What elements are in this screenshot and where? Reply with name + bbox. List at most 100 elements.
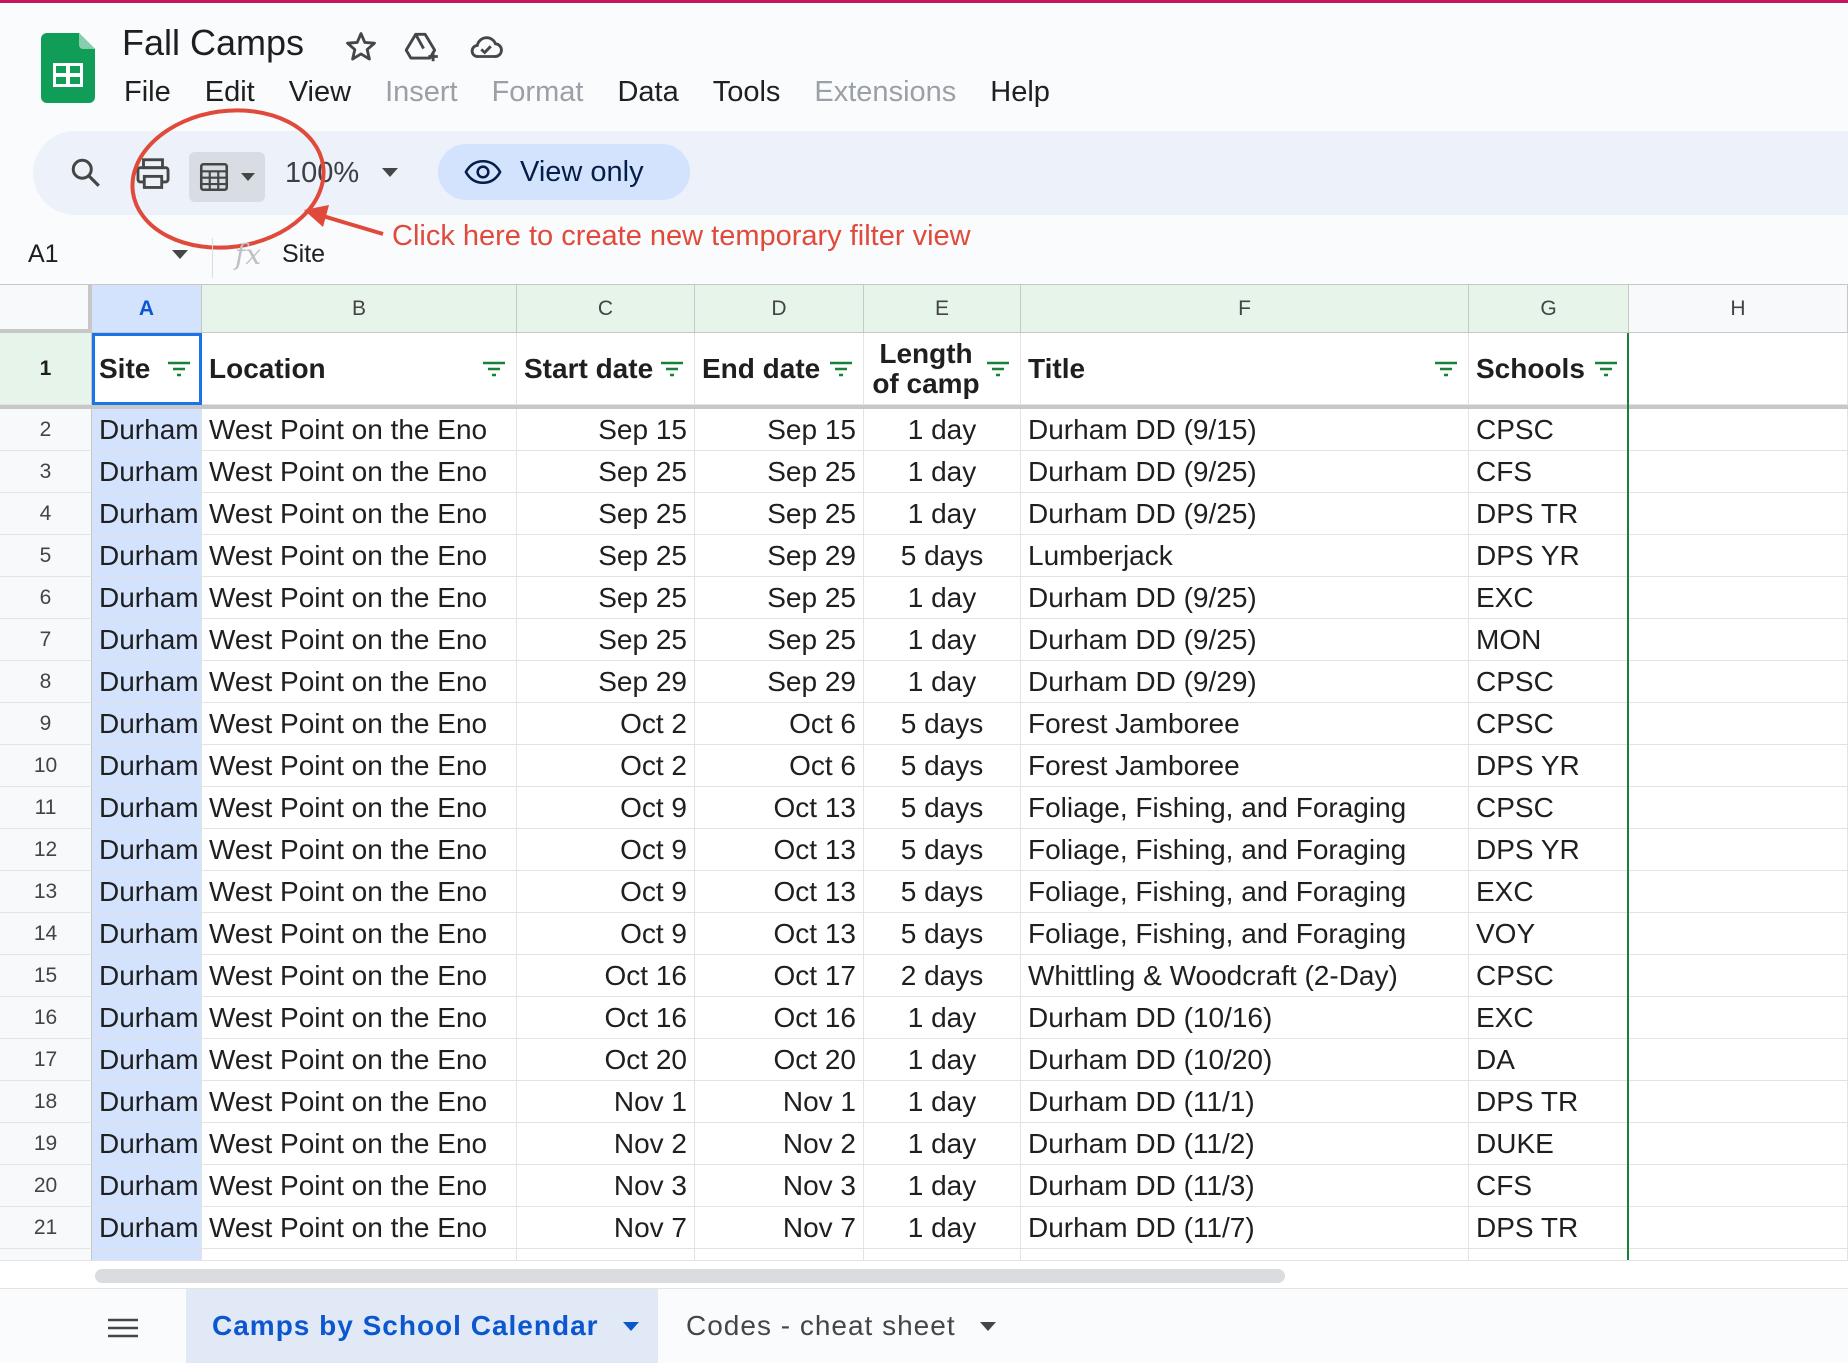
menu-tools[interactable]: Tools (713, 76, 781, 109)
table-cell[interactable]: MON (1469, 619, 1629, 661)
table-cell[interactable]: West Point on the Eno (202, 871, 517, 913)
table-cell[interactable]: Forest Jamboree (1021, 745, 1469, 787)
table-cell[interactable]: Oct 9 (517, 787, 695, 829)
row-header[interactable]: 21 (0, 1207, 92, 1249)
table-cell[interactable]: Nov 3 (517, 1165, 695, 1207)
table-cell[interactable]: Oct 16 (695, 997, 864, 1039)
column-header-a[interactable]: A (92, 285, 202, 333)
table-cell[interactable]: Durham DD (11/7) (1021, 1207, 1469, 1249)
filter-view-dropdown-icon[interactable] (241, 173, 255, 182)
table-cell[interactable]: VOY (1469, 913, 1629, 955)
table-cell[interactable]: Oct 13 (695, 871, 864, 913)
column-filter-icon[interactable] (660, 361, 684, 377)
empty-cell[interactable] (1629, 1207, 1848, 1249)
table-cell[interactable]: Nov 1 (695, 1081, 864, 1123)
table-cell[interactable]: DPS TR (1469, 493, 1629, 535)
row-header[interactable]: 17 (0, 1039, 92, 1081)
table-cell[interactable]: 1 day (864, 577, 1021, 619)
table-cell[interactable]: Durham DD (10/20) (1021, 1039, 1469, 1081)
table-cell[interactable]: Oct 13 (695, 787, 864, 829)
table-cell[interactable]: Durham DD (9/15) (1021, 409, 1469, 451)
column-header-g[interactable]: G (1469, 285, 1629, 333)
table-cell[interactable]: Foliage, Fishing, and Foraging (1021, 829, 1469, 871)
table-cell[interactable]: Sep 29 (695, 661, 864, 703)
table-cell[interactable]: West Point on the Eno (202, 577, 517, 619)
view-only-button[interactable]: View only (438, 144, 690, 200)
header-cell[interactable]: Start date (517, 333, 695, 405)
scrollbar-thumb[interactable] (95, 1269, 1285, 1283)
table-cell[interactable]: West Point on the Eno (202, 1039, 517, 1081)
table-cell[interactable]: Durham DD (9/25) (1021, 451, 1469, 493)
star-icon[interactable] (342, 28, 380, 66)
table-cell[interactable]: Durham (92, 451, 202, 493)
sheets-logo-icon[interactable] (41, 33, 95, 103)
column-header-b[interactable]: B (202, 285, 517, 333)
table-cell[interactable]: Durham (92, 619, 202, 661)
table-cell[interactable]: Durham (92, 1165, 202, 1207)
table-cell[interactable]: Oct 9 (517, 871, 695, 913)
table-cell[interactable]: West Point on the Eno (202, 787, 517, 829)
table-cell[interactable]: CPSC (1469, 955, 1629, 997)
name-box[interactable]: A1 (28, 240, 59, 269)
table-cell[interactable]: Durham DD (11/3) (1021, 1165, 1469, 1207)
table-cell[interactable]: DPS YR (1469, 745, 1629, 787)
table-cell[interactable]: CFS (1469, 1165, 1629, 1207)
table-cell[interactable]: Durham DD (9/29) (1021, 661, 1469, 703)
filter-view-button[interactable] (189, 152, 265, 202)
table-cell[interactable]: 5 days (864, 871, 1021, 913)
empty-cell[interactable] (1629, 535, 1848, 577)
table-cell[interactable]: Oct 17 (695, 955, 864, 997)
table-cell[interactable]: Sep 25 (695, 451, 864, 493)
table-cell[interactable]: EXC (1469, 577, 1629, 619)
chevron-down-icon[interactable] (979, 1321, 996, 1331)
table-cell[interactable]: West Point on the Eno (202, 409, 517, 451)
row-header[interactable]: 16 (0, 997, 92, 1039)
header-cell[interactable]: End date (695, 333, 864, 405)
table-cell[interactable]: Sep 25 (517, 619, 695, 661)
table-cell[interactable]: DPS YR (1469, 829, 1629, 871)
column-header-e[interactable]: E (864, 285, 1021, 333)
table-cell[interactable]: Whittling & Woodcraft (2-Day) (1021, 955, 1469, 997)
table-cell[interactable]: Durham (92, 1039, 202, 1081)
table-cell[interactable]: EXC (1469, 997, 1629, 1039)
empty-cell[interactable] (1629, 619, 1848, 661)
table-cell[interactable]: DPS TR (1469, 1207, 1629, 1249)
row-header[interactable]: 13 (0, 871, 92, 913)
table-cell[interactable]: 1 day (864, 1081, 1021, 1123)
table-cell[interactable]: 1 day (864, 409, 1021, 451)
table-cell[interactable]: Nov 7 (695, 1207, 864, 1249)
table-cell[interactable]: West Point on the Eno (202, 661, 517, 703)
move-to-drive-icon[interactable] (403, 28, 441, 66)
table-cell[interactable]: 5 days (864, 703, 1021, 745)
empty-cell[interactable] (1629, 1123, 1848, 1165)
table-cell[interactable]: Sep 15 (695, 409, 864, 451)
column-filter-icon[interactable] (1434, 361, 1458, 377)
table-cell[interactable]: Durham (92, 871, 202, 913)
table-cell[interactable]: CPSC (1469, 409, 1629, 451)
table-cell[interactable]: Nov 7 (517, 1207, 695, 1249)
empty-cell[interactable] (1629, 871, 1848, 913)
table-cell[interactable]: Oct 2 (517, 745, 695, 787)
table-cell[interactable]: DPS YR (1469, 535, 1629, 577)
empty-cell[interactable] (1629, 451, 1848, 493)
empty-cell[interactable] (1629, 1165, 1848, 1207)
table-cell[interactable]: West Point on the Eno (202, 913, 517, 955)
table-cell[interactable]: DPS TR (1469, 1081, 1629, 1123)
table-cell[interactable]: Durham (92, 535, 202, 577)
table-cell[interactable]: West Point on the Eno (202, 1207, 517, 1249)
search-icon[interactable] (68, 155, 104, 191)
table-cell[interactable]: Oct 6 (695, 703, 864, 745)
table-cell[interactable]: Durham (92, 661, 202, 703)
sheet-tab-camps-by-school-calendar[interactable]: Camps by School Calendar (186, 1289, 658, 1363)
row-header[interactable]: 2 (0, 409, 92, 451)
table-cell[interactable]: 1 day (864, 1165, 1021, 1207)
column-header-c[interactable]: C (517, 285, 695, 333)
table-cell[interactable]: Nov 3 (695, 1165, 864, 1207)
table-cell[interactable]: West Point on the Eno (202, 1081, 517, 1123)
table-cell[interactable]: 5 days (864, 787, 1021, 829)
header-cell[interactable]: Location (202, 333, 517, 405)
table-cell[interactable]: Durham DD (9/25) (1021, 577, 1469, 619)
table-cell[interactable]: DUKE (1469, 1123, 1629, 1165)
table-cell[interactable]: Oct 20 (517, 1039, 695, 1081)
empty-cell[interactable] (1629, 493, 1848, 535)
